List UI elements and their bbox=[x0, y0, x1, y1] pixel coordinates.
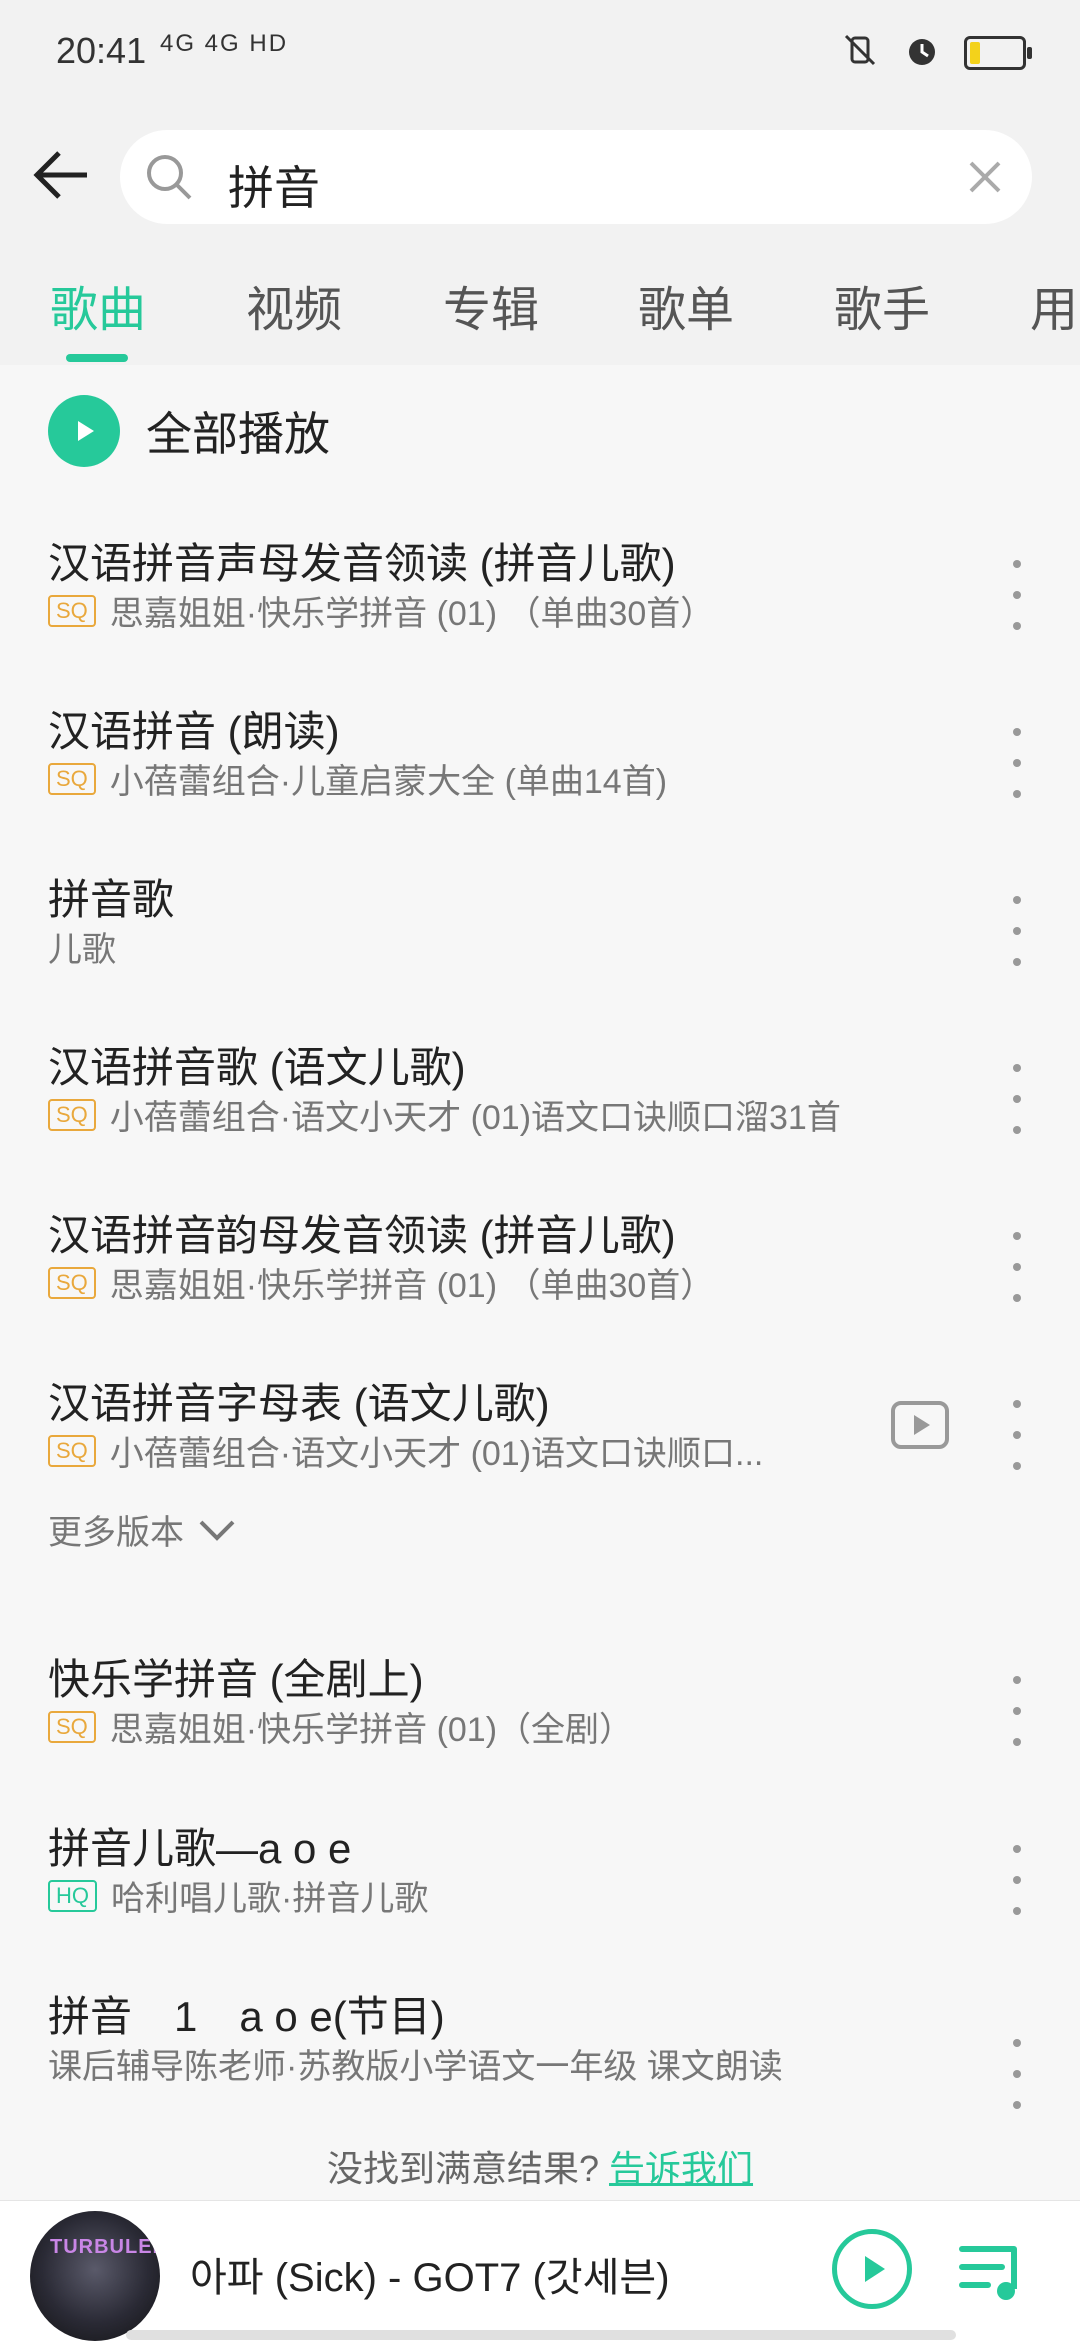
feedback-link[interactable]: 告诉我们 bbox=[609, 2148, 753, 2189]
song-title: 汉语拼音韵母发音领读 (拼音儿歌) bbox=[48, 1212, 676, 1259]
vibrate-off-icon bbox=[840, 30, 880, 75]
song-artist-album: 儿歌 bbox=[48, 931, 116, 969]
play-button[interactable] bbox=[832, 2229, 912, 2309]
tab-users[interactable]: 用 bbox=[1030, 270, 1078, 340]
search-icon bbox=[147, 155, 192, 200]
back-button[interactable] bbox=[26, 140, 96, 210]
more-options-button[interactable] bbox=[1002, 1064, 1032, 1134]
feedback-prompt: 没找到满意结果? 告诉我们 bbox=[0, 2140, 1080, 2192]
alarm-icon bbox=[902, 30, 942, 75]
mini-player[interactable]: TURBULENCE 아파 (Sick) - GOT7 (갓세븐) bbox=[0, 2200, 1080, 2341]
tab-artists[interactable]: 歌手 bbox=[834, 270, 930, 340]
album-art[interactable]: TURBULENCE bbox=[30, 2211, 160, 2341]
more-options-button[interactable] bbox=[1002, 728, 1032, 798]
chevron-down-icon bbox=[199, 1520, 235, 1541]
song-artist-album: 课后辅导陈老师·苏教版小学语文一年级 课文朗读 bbox=[48, 2048, 783, 2086]
arrow-left-icon bbox=[33, 151, 87, 199]
song-subtitle: 课后辅导陈老师·苏教版小学语文一年级 课文朗读 bbox=[48, 2039, 783, 2088]
battery-icon bbox=[964, 35, 1032, 70]
song-artist-album: 小蓓蕾组合·语文小天才 (01)语文口诀顺口... bbox=[109, 1435, 764, 1473]
more-versions-label: 更多版本 bbox=[48, 1514, 184, 1552]
tab-songs[interactable]: 歌曲 bbox=[50, 270, 146, 340]
quality-badge: SQ bbox=[48, 1266, 96, 1299]
song-artist-album: 思嘉姐姐·快乐学拼音 (01)（全剧） bbox=[109, 1711, 634, 1749]
song-subtitle: SQ 小蓓蕾组合·语文小天才 (01)语文口诀顺口溜31首 bbox=[48, 1090, 841, 1139]
feedback-text: 没找到满意结果? bbox=[326, 2148, 599, 2189]
quality-badge: SQ bbox=[48, 1710, 96, 1743]
quality-badge: HQ bbox=[48, 1879, 97, 1912]
song-title: 汉语拼音 (朗读) bbox=[48, 708, 340, 755]
song-title: 拼音 1 a o e(节目) bbox=[48, 1993, 445, 2040]
more-versions-button[interactable]: 更多版本 bbox=[48, 1505, 236, 1554]
clear-search-button[interactable] bbox=[962, 154, 1008, 200]
song-subtitle: HQ 哈利唱儿歌·拼音儿歌 bbox=[48, 1871, 428, 1920]
more-options-button[interactable] bbox=[1002, 1845, 1032, 1915]
search-header: 拼音 bbox=[0, 110, 1080, 240]
status-icons bbox=[840, 30, 1032, 75]
more-options-button[interactable] bbox=[1002, 1400, 1032, 1470]
song-title: 拼音儿歌—a o e bbox=[48, 1825, 352, 1872]
tab-playlists[interactable]: 歌单 bbox=[638, 270, 734, 340]
status-bar: 20:41 4G 4G HD bbox=[0, 0, 1080, 110]
result-tabs: 歌曲 视频 专辑 歌单 歌手 用 bbox=[0, 240, 1080, 365]
more-options-button[interactable] bbox=[1002, 1676, 1032, 1746]
search-query: 拼音 bbox=[228, 162, 320, 214]
close-icon bbox=[969, 161, 1001, 193]
home-indicator bbox=[126, 2330, 956, 2340]
song-subtitle: SQ 小蓓蕾组合·语文小天才 (01)语文口诀顺口... bbox=[48, 1426, 763, 1475]
play-icon bbox=[865, 2256, 885, 2282]
list-item[interactable]: 汉语拼音声母发音领读 (拼音儿歌) SQ 思嘉姐姐·快乐学拼音 (01) （单曲3… bbox=[0, 530, 1080, 690]
more-options-button[interactable] bbox=[1002, 2039, 1032, 2109]
list-item[interactable]: 汉语拼音歌 (语文儿歌) SQ 小蓓蕾组合·语文小天才 (01)语文口诀顺口溜31… bbox=[0, 1034, 1080, 1194]
song-title: 拼音歌 bbox=[48, 876, 175, 923]
status-time: 20:41 bbox=[56, 30, 147, 71]
list-item[interactable]: 拼音 1 a o e(节目) 课后辅导陈老师·苏教版小学语文一年级 课文朗读 bbox=[0, 1983, 1080, 2113]
tab-active-indicator bbox=[66, 354, 128, 362]
tab-albums[interactable]: 专辑 bbox=[443, 270, 539, 340]
song-title: 汉语拼音歌 (语文儿歌) bbox=[48, 1044, 466, 1091]
more-options-button[interactable] bbox=[1002, 896, 1032, 966]
song-subtitle: SQ 思嘉姐姐·快乐学拼音 (01)（全剧） bbox=[48, 1702, 633, 1751]
song-artist-album: 思嘉姐姐·快乐学拼音 (01) （单曲30首） bbox=[109, 595, 715, 633]
song-artist-album: 哈利唱儿歌·拼音儿歌 bbox=[111, 1880, 429, 1918]
play-all-button[interactable]: 全部播放 bbox=[48, 395, 330, 467]
play-all-label: 全部播放 bbox=[146, 408, 330, 460]
quality-badge: SQ bbox=[48, 762, 96, 795]
song-subtitle: 儿歌 bbox=[48, 922, 116, 971]
song-title: 汉语拼音声母发音领读 (拼音儿歌) bbox=[48, 540, 676, 587]
list-item[interactable]: 快乐学拼音 (全剧上) SQ 思嘉姐姐·快乐学拼音 (01)（全剧） bbox=[0, 1646, 1080, 1806]
quality-badge: SQ bbox=[48, 1434, 96, 1467]
album-art-text: TURBULENCE bbox=[50, 2236, 160, 2258]
song-subtitle: SQ 思嘉姐姐·快乐学拼音 (01) （单曲30首） bbox=[48, 586, 714, 635]
tab-videos[interactable]: 视频 bbox=[246, 270, 342, 340]
quality-badge: SQ bbox=[48, 594, 96, 627]
search-input[interactable]: 拼音 bbox=[120, 130, 1032, 224]
song-subtitle: SQ 小蓓蕾组合·儿童启蒙大全 (单曲14首) bbox=[48, 754, 667, 803]
song-artist-album: 小蓓蕾组合·儿童启蒙大全 (单曲14首) bbox=[109, 763, 668, 801]
list-item[interactable]: 汉语拼音 (朗读) SQ 小蓓蕾组合·儿童启蒙大全 (单曲14首) bbox=[0, 698, 1080, 858]
list-item[interactable]: 拼音儿歌—a o e HQ 哈利唱儿歌·拼音儿歌 bbox=[0, 1815, 1080, 1975]
network-indicator: 4G 4G HD bbox=[160, 30, 289, 57]
more-options-button[interactable] bbox=[1002, 1232, 1032, 1302]
play-icon bbox=[48, 395, 120, 467]
list-item[interactable]: 汉语拼音韵母发音领读 (拼音儿歌) SQ 思嘉姐姐·快乐学拼音 (01) （单曲3… bbox=[0, 1202, 1080, 1362]
song-artist-album: 小蓓蕾组合·语文小天才 (01)语文口诀顺口溜31首 bbox=[109, 1099, 841, 1137]
more-options-button[interactable] bbox=[1002, 560, 1032, 630]
now-playing-title: 아파 (Sick) - GOT7 (갓세븐) bbox=[190, 2256, 670, 2300]
song-title: 快乐学拼音 (全剧上) bbox=[48, 1656, 424, 1703]
playlist-icon[interactable] bbox=[958, 2239, 1028, 2303]
song-title: 汉语拼音字母表 (语文儿歌) bbox=[48, 1380, 550, 1427]
video-icon[interactable] bbox=[890, 1400, 950, 1450]
song-subtitle: SQ 思嘉姐姐·快乐学拼音 (01) （单曲30首） bbox=[48, 1258, 714, 1307]
song-artist-album: 思嘉姐姐·快乐学拼音 (01) （单曲30首） bbox=[109, 1267, 715, 1305]
quality-badge: SQ bbox=[48, 1098, 96, 1131]
list-item[interactable]: 拼音歌 儿歌 bbox=[0, 866, 1080, 1026]
